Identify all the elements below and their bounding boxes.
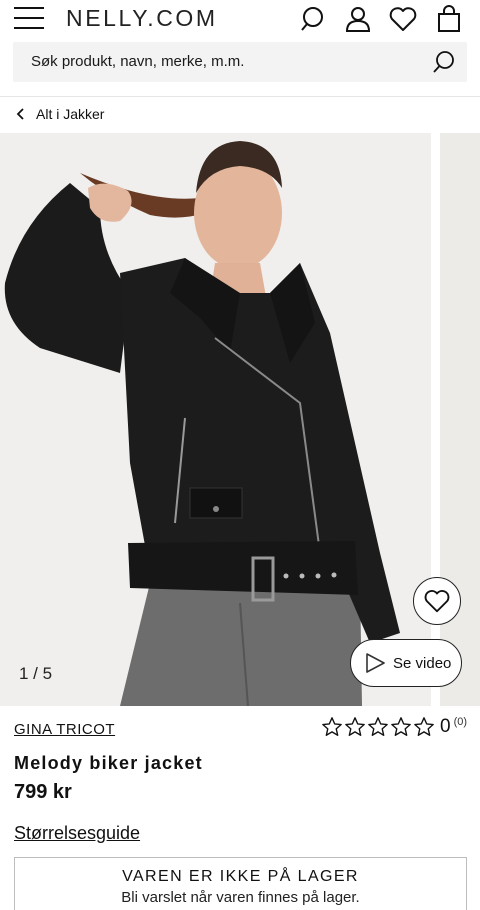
notify-stock-button[interactable]: VAREN ER IKKE PÅ LAGER Bli varslet når v…	[14, 857, 467, 910]
site-logo[interactable]: NELLY.COM	[66, 5, 218, 32]
brand-link[interactable]: GINA TRICOT	[14, 721, 115, 738]
star-icon	[391, 717, 411, 736]
chevron-left-icon	[16, 108, 24, 120]
product-price: 799 kr	[14, 781, 72, 803]
product-photo	[0, 133, 431, 706]
rating-score: 0	[440, 716, 451, 737]
product-name: Melody biker jacket	[14, 753, 203, 773]
header-divider	[0, 96, 480, 97]
search-placeholder: Søk produkt, navn, merke, m.m.	[31, 53, 245, 70]
breadcrumb-label: Alt i Jakker	[36, 106, 105, 122]
product-image[interactable]	[0, 133, 431, 706]
star-icon	[414, 717, 434, 736]
add-to-wishlist-button[interactable]	[413, 577, 461, 625]
video-label: Se video	[393, 654, 452, 672]
bag-icon[interactable]	[434, 4, 464, 34]
star-icon	[322, 717, 342, 736]
image-counter: 1 / 5	[19, 664, 53, 683]
search-submit-icon[interactable]	[431, 49, 457, 75]
watch-video-button[interactable]: Se video	[350, 639, 462, 687]
rating-count: (0)	[453, 716, 468, 728]
search-input[interactable]: Søk produkt, navn, merke, m.m.	[13, 42, 467, 82]
heart-icon[interactable]	[388, 4, 418, 34]
breadcrumb[interactable]: Alt i Jakker	[16, 106, 104, 122]
stock-status-subtitle: Bli varslet når varen finnes på lager.	[121, 889, 360, 906]
top-header: NELLY.COM	[0, 0, 480, 38]
size-guide-link[interactable]: Størrelsesguide	[14, 823, 140, 844]
star-icon	[345, 717, 365, 736]
play-icon	[366, 653, 385, 673]
menu-icon[interactable]	[14, 7, 44, 29]
account-icon[interactable]	[343, 4, 373, 34]
search-icon[interactable]	[298, 4, 328, 34]
star-icon	[368, 717, 388, 736]
heart-icon	[424, 589, 450, 613]
stock-status-title: VAREN ER IKKE PÅ LAGER	[122, 868, 359, 885]
product-rating[interactable]: 0 (0)	[321, 716, 467, 738]
